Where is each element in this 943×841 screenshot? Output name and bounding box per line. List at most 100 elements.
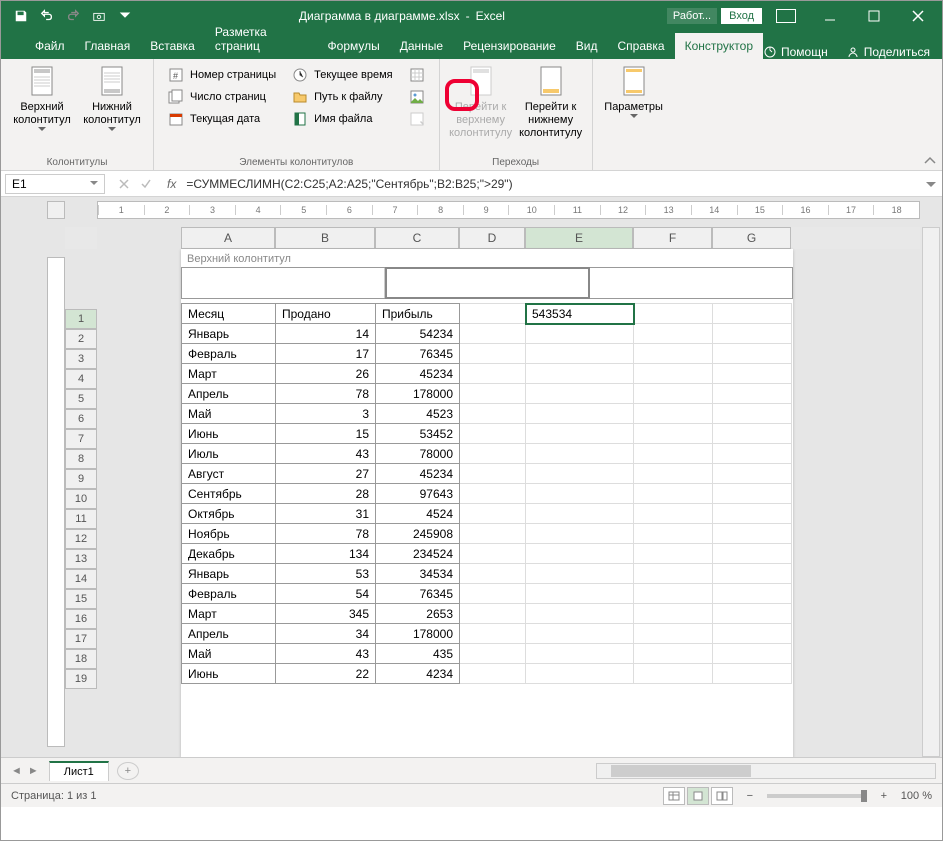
vertical-scrollbar[interactable]	[922, 227, 940, 757]
cell[interactable]	[526, 544, 634, 564]
row-header[interactable]: 5	[65, 389, 97, 409]
col-header-g[interactable]: G	[712, 227, 791, 249]
vertical-ruler[interactable]	[47, 257, 65, 747]
collapse-ribbon-icon[interactable]	[924, 156, 936, 166]
cell[interactable]: Февраль	[182, 584, 276, 604]
cell[interactable]: Март	[182, 364, 276, 384]
cell[interactable]	[713, 444, 792, 464]
row-header[interactable]: 9	[65, 469, 97, 489]
cell[interactable]: 31	[276, 504, 376, 524]
cell[interactable]	[713, 664, 792, 684]
cell[interactable]: 28	[276, 484, 376, 504]
cell[interactable]	[460, 404, 526, 424]
undo-icon[interactable]	[35, 4, 59, 28]
row-header[interactable]: 18	[65, 649, 97, 669]
cell[interactable]	[460, 504, 526, 524]
cell[interactable]: 26	[276, 364, 376, 384]
current-date-button[interactable]: Текущая дата	[164, 109, 280, 129]
close-icon[interactable]	[898, 1, 938, 31]
cell[interactable]	[526, 444, 634, 464]
col-header-c[interactable]: C	[375, 227, 459, 249]
cell[interactable]: 78	[276, 524, 376, 544]
fx-icon[interactable]: fx	[161, 177, 182, 191]
cell[interactable]: 43	[276, 444, 376, 464]
page-count-button[interactable]: Число страниц	[164, 87, 280, 107]
cell[interactable]: 45234	[376, 364, 460, 384]
formula-input[interactable]: =СУММЕСЛИМН(C2:C25;A2:A25;"Сентябрь";B2:…	[182, 175, 920, 193]
current-time-button[interactable]: Текущее время	[288, 65, 396, 85]
cell[interactable]: 27	[276, 464, 376, 484]
cell[interactable]	[460, 604, 526, 624]
cell[interactable]: 435	[376, 644, 460, 664]
cell[interactable]: Август	[182, 464, 276, 484]
tab-help[interactable]: Справка	[608, 33, 675, 59]
cell[interactable]: Продано	[276, 304, 376, 324]
cell[interactable]: 178000	[376, 384, 460, 404]
cell[interactable]: Февраль	[182, 344, 276, 364]
cell[interactable]: Ноябрь	[182, 524, 276, 544]
cell[interactable]: 245908	[376, 524, 460, 544]
cell[interactable]	[634, 504, 713, 524]
cell[interactable]: Сентябрь	[182, 484, 276, 504]
cell[interactable]: 15	[276, 424, 376, 444]
page-number-button[interactable]: #Номер страницы	[164, 65, 280, 85]
row-header[interactable]: 6	[65, 409, 97, 429]
cell[interactable]	[526, 344, 634, 364]
cell[interactable]	[460, 524, 526, 544]
cell[interactable]	[460, 344, 526, 364]
cell[interactable]: 54234	[376, 324, 460, 344]
cell[interactable]: 43	[276, 644, 376, 664]
cell[interactable]: Апрель	[182, 624, 276, 644]
cell[interactable]	[460, 464, 526, 484]
cell[interactable]	[634, 384, 713, 404]
format-picture-button[interactable]	[405, 109, 429, 129]
cell[interactable]: 34	[276, 624, 376, 644]
cell[interactable]	[634, 624, 713, 644]
cell[interactable]: 345	[276, 604, 376, 624]
cell[interactable]	[713, 524, 792, 544]
cell[interactable]: 17	[276, 344, 376, 364]
cell[interactable]: 2653	[376, 604, 460, 624]
cell[interactable]	[634, 484, 713, 504]
cell[interactable]: 4523	[376, 404, 460, 424]
cell[interactable]: Июль	[182, 444, 276, 464]
cell[interactable]	[713, 384, 792, 404]
cell[interactable]	[460, 644, 526, 664]
cell[interactable]	[713, 424, 792, 444]
normal-view-button[interactable]	[663, 787, 685, 805]
cell[interactable]	[713, 344, 792, 364]
cell[interactable]	[634, 304, 713, 324]
tab-home[interactable]: Главная	[75, 33, 141, 59]
tab-insert[interactable]: Вставка	[140, 33, 205, 59]
cell[interactable]	[460, 544, 526, 564]
cell[interactable]	[526, 364, 634, 384]
cell[interactable]: Октябрь	[182, 504, 276, 524]
cell[interactable]	[634, 544, 713, 564]
cell[interactable]: Прибыль	[376, 304, 460, 324]
cell[interactable]: Январь	[182, 564, 276, 584]
cell[interactable]: Май	[182, 644, 276, 664]
sheet-nav-next-icon[interactable]: ►	[28, 765, 39, 777]
horizontal-ruler[interactable]: 123456789101112131415161718	[97, 201, 920, 219]
cell[interactable]	[460, 304, 526, 324]
cell[interactable]	[460, 564, 526, 584]
cell[interactable]	[634, 664, 713, 684]
sheet-nav-prev-icon[interactable]: ◄	[11, 765, 22, 777]
cell[interactable]	[713, 624, 792, 644]
row-header[interactable]: 7	[65, 429, 97, 449]
data-grid[interactable]: Месяц Продано Прибыль 543534 Январь14542…	[181, 303, 792, 684]
cell[interactable]	[713, 584, 792, 604]
ribbon-display-icon[interactable]	[766, 1, 806, 31]
cell[interactable]	[713, 304, 792, 324]
maximize-icon[interactable]	[854, 1, 894, 31]
picture-button[interactable]	[405, 87, 429, 107]
cell[interactable]	[526, 624, 634, 644]
cell[interactable]: 4234	[376, 664, 460, 684]
cell[interactable]: Июнь	[182, 424, 276, 444]
cell[interactable]	[526, 324, 634, 344]
cell[interactable]	[460, 624, 526, 644]
cell[interactable]	[526, 384, 634, 404]
cell[interactable]	[460, 384, 526, 404]
file-path-button[interactable]: Путь к файлу	[288, 87, 396, 107]
cell[interactable]	[713, 604, 792, 624]
